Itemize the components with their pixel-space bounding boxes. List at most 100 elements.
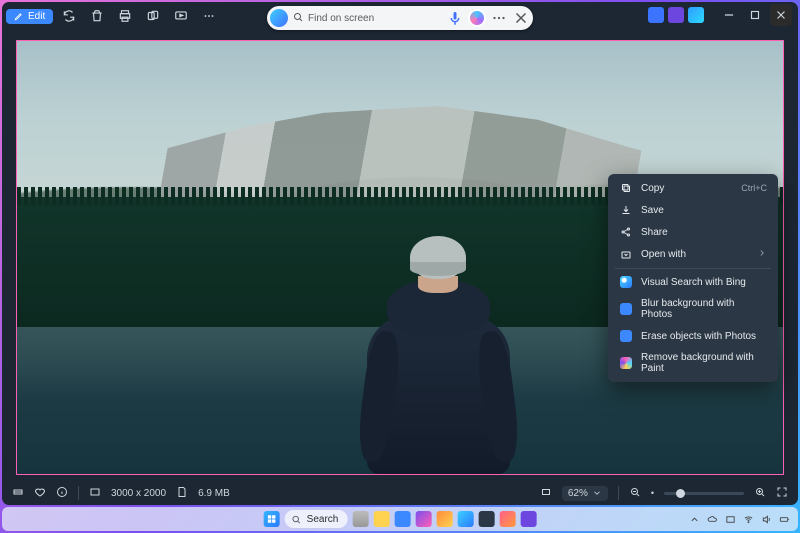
menu-remove-background[interactable]: Remove background with Paint [611, 347, 775, 379]
delete-button[interactable] [85, 5, 109, 27]
status-bar: 3000 x 2000 6.9 MB 62% • [2, 481, 798, 505]
maximize-button[interactable] [744, 4, 766, 26]
edit-button[interactable]: Edit [6, 9, 53, 24]
taskbar-app-taskview[interactable] [352, 511, 368, 527]
windows-icon [267, 514, 277, 524]
menu-remove-label: Remove background with Paint [641, 352, 767, 374]
language-icon[interactable] [725, 514, 736, 525]
menu-blur-background[interactable]: Blur background with Photos [611, 293, 775, 325]
microphone-button[interactable] [446, 9, 464, 27]
print-button[interactable] [113, 5, 137, 27]
search-more-button[interactable] [490, 9, 508, 27]
filesize-icon [176, 486, 188, 501]
bing-icon [270, 9, 288, 27]
taskbar-app-feedback[interactable] [499, 511, 515, 527]
more-icon [490, 9, 508, 27]
taskbar-app-terminal[interactable] [478, 511, 494, 527]
menu-open-with[interactable]: Open with [611, 243, 775, 266]
taskbar-app-explorer[interactable] [373, 511, 389, 527]
menu-visual-search[interactable]: Visual Search with Bing [611, 271, 775, 293]
taskbar-search[interactable]: Search [285, 510, 348, 528]
heart-icon [34, 486, 46, 498]
info-icon [56, 486, 68, 498]
chevron-down-icon [592, 488, 602, 498]
image-filesize: 6.9 MB [198, 488, 230, 499]
info-button[interactable] [56, 486, 68, 501]
rotate-icon [62, 9, 76, 23]
volume-icon[interactable] [761, 514, 772, 525]
menu-open-with-label: Open with [641, 249, 749, 260]
palette-icon [146, 9, 160, 23]
menu-blur-label: Blur background with Photos [641, 298, 767, 320]
taskbar-app-teams[interactable] [520, 511, 536, 527]
menu-erase-objects[interactable]: Erase objects with Photos [611, 325, 775, 347]
image-dimensions: 3000 x 2000 [111, 488, 166, 499]
menu-save-label: Save [641, 205, 767, 216]
taskbar-app-copilot[interactable] [415, 511, 431, 527]
minimize-icon [722, 8, 736, 22]
menu-copy[interactable]: Copy Ctrl+C [611, 177, 775, 199]
fullscreen-icon [776, 486, 788, 498]
menu-erase-label: Erase objects with Photos [641, 331, 767, 342]
more-button[interactable] [197, 5, 221, 27]
menu-copy-shortcut: Ctrl+C [741, 183, 767, 193]
zoom-badge[interactable]: 62% [562, 486, 608, 501]
menu-separator [615, 268, 771, 269]
taskbar-app-edge[interactable] [457, 511, 473, 527]
menu-save[interactable]: Save [611, 199, 775, 221]
chevron-up-icon[interactable] [689, 514, 700, 525]
photos-chip-icon [619, 303, 633, 315]
slideshow-icon [174, 9, 188, 23]
bing-search-bar[interactable]: Find on screen [267, 6, 533, 30]
bing-chip-icon [619, 276, 633, 288]
taskbar: Search [2, 507, 798, 531]
taskbar-app-photos[interactable] [394, 511, 410, 527]
start-button[interactable] [264, 511, 280, 527]
window-controls [648, 4, 792, 26]
context-menu: Copy Ctrl+C Save Share Open with Visual … [608, 174, 778, 382]
zoom-out-button[interactable] [629, 486, 641, 501]
rotate-button[interactable] [57, 5, 81, 27]
favorite-button[interactable] [34, 486, 46, 501]
filmstrip-icon [12, 486, 24, 498]
print-icon [118, 9, 132, 23]
title-icon-onedrive[interactable] [688, 7, 704, 23]
copilot-button[interactable] [468, 9, 486, 27]
close-icon [774, 8, 788, 22]
copy-icon [619, 182, 633, 194]
filmstrip-button[interactable] [12, 486, 24, 501]
menu-copy-label: Copy [641, 183, 733, 194]
chevron-right-icon [757, 248, 767, 261]
taskbar-center: Search [264, 510, 537, 528]
zoom-in-button[interactable] [754, 486, 766, 501]
search-icon [291, 514, 302, 525]
zoom-percent: 62% [568, 488, 588, 499]
fit-button[interactable] [540, 486, 552, 501]
search-icon [292, 11, 304, 26]
photos-chip-icon [619, 330, 633, 342]
title-icon-sticky-notes[interactable] [648, 7, 664, 23]
minimize-button[interactable] [718, 4, 740, 26]
search-placeholder: Find on screen [308, 13, 442, 24]
battery-icon[interactable] [779, 514, 790, 525]
onedrive-icon[interactable] [707, 514, 718, 525]
edit-label: Edit [28, 11, 45, 22]
more-icon [202, 9, 216, 23]
pencil-icon [14, 11, 24, 21]
menu-share-label: Share [641, 227, 767, 238]
taskbar-search-placeholder: Search [307, 514, 339, 525]
dimensions-icon [89, 486, 101, 501]
paint-button[interactable] [141, 5, 165, 27]
search-close-button[interactable] [512, 9, 530, 27]
photos-window: Edit Find on screen [2, 2, 798, 505]
microphone-icon [446, 9, 464, 27]
close-button[interactable] [770, 4, 792, 26]
fullscreen-button[interactable] [776, 486, 788, 501]
taskbar-app-store[interactable] [436, 511, 452, 527]
download-icon [619, 204, 633, 216]
wifi-icon[interactable] [743, 514, 754, 525]
menu-share[interactable]: Share [611, 221, 775, 243]
zoom-slider[interactable] [664, 492, 744, 495]
title-icon-clipchamp[interactable] [668, 7, 684, 23]
slideshow-button[interactable] [169, 5, 193, 27]
